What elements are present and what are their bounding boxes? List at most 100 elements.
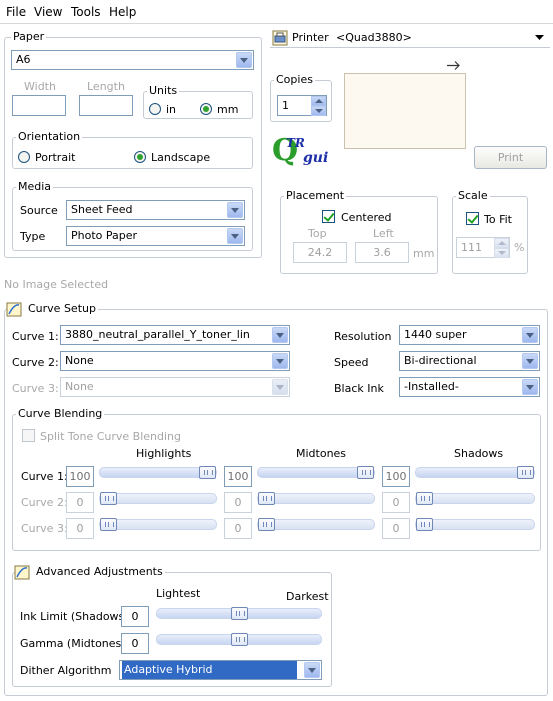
orientation-legend: Orientation [16, 130, 83, 143]
spin-up-icon[interactable] [311, 96, 326, 106]
unit-mm-radio[interactable] [200, 103, 212, 115]
spin-up-icon[interactable] [494, 238, 509, 248]
scale-spinner[interactable] [494, 238, 509, 258]
chevron-down-icon [236, 52, 252, 68]
menu-help[interactable]: Help [109, 5, 136, 19]
gamma-slider[interactable] [156, 633, 322, 646]
left-input[interactable]: 3.6 [355, 242, 409, 263]
length-input[interactable] [79, 95, 133, 116]
type-value: Photo Paper [71, 229, 138, 242]
ink-limit-input[interactable]: 0 [121, 606, 149, 627]
black-ink-select[interactable]: -Installed- [399, 377, 540, 397]
chevron-down-icon [522, 379, 538, 395]
unit-in-label: in [166, 103, 177, 116]
source-select[interactable]: Sheet Feed [66, 200, 245, 220]
blend-slider[interactable] [257, 518, 375, 531]
split-tone-checkbox[interactable] [22, 429, 35, 442]
highlights-label: Highlights [136, 447, 192, 460]
type-label: Type [20, 230, 46, 243]
chevron-down-icon [272, 379, 288, 395]
chevron-down-icon [304, 662, 320, 678]
blend-slider[interactable] [415, 492, 535, 505]
slider-thumb[interactable] [258, 492, 275, 505]
blend-value-input[interactable]: 0 [66, 518, 94, 539]
landscape-radio[interactable] [134, 151, 146, 163]
portrait-radio[interactable] [18, 151, 30, 163]
blend-slider[interactable] [257, 492, 375, 505]
menu-tools[interactable]: Tools [71, 5, 101, 19]
dither-select[interactable]: Adaptive Hybrid [119, 660, 322, 680]
blend-value-input[interactable]: 100 [66, 466, 94, 487]
slider-thumb[interactable] [199, 466, 216, 479]
blend-slider[interactable] [99, 492, 217, 505]
paper-size-select[interactable]: A6 [11, 50, 254, 70]
chevron-down-icon [227, 202, 243, 218]
length-label: Length [87, 80, 125, 93]
print-button[interactable]: Print [474, 146, 547, 169]
slider-thumb[interactable] [231, 633, 248, 646]
blend-value-input[interactable]: 100 [382, 466, 410, 487]
centered-checkbox[interactable] [322, 210, 335, 223]
qtr-logo: Q TR gui [272, 136, 340, 170]
printer-icon [272, 30, 288, 46]
blend-value-input[interactable]: 0 [224, 518, 252, 539]
menu-view[interactable]: View [34, 5, 62, 19]
advanced-icon [14, 565, 30, 580]
blend-value-input[interactable]: 0 [382, 518, 410, 539]
slider-thumb[interactable] [231, 607, 248, 620]
blend-value-input[interactable]: 0 [382, 492, 410, 513]
slider-thumb[interactable] [100, 492, 117, 505]
slider-thumb[interactable] [416, 492, 433, 505]
blend-value-input[interactable]: 0 [66, 492, 94, 513]
logo-tr: TR [286, 136, 305, 150]
slider-thumb[interactable] [357, 466, 374, 479]
copies-legend: Copies [274, 73, 315, 86]
speed-value: Bi-directional [404, 354, 477, 367]
placement-unit: mm [413, 247, 435, 260]
curve1-label: Curve 1: [12, 330, 59, 343]
printer-row[interactable]: Printer <Quad3880> [270, 28, 550, 48]
to-fit-label: To Fit [484, 213, 512, 226]
chevron-down-icon [535, 35, 544, 40]
landscape-label: Landscape [151, 151, 211, 164]
arrow-right-icon [447, 61, 460, 70]
unit-mm-label: mm [217, 103, 239, 116]
centered-label: Centered [341, 211, 392, 224]
top-input[interactable]: 24.2 [293, 242, 347, 263]
resolution-label: Resolution [334, 330, 392, 343]
resolution-select[interactable]: 1440 super [399, 325, 540, 345]
blend-value-input[interactable]: 100 [224, 466, 252, 487]
blend-slider[interactable] [99, 518, 217, 531]
blend-slider[interactable] [415, 518, 535, 531]
slider-thumb[interactable] [517, 466, 534, 479]
spin-down-icon[interactable] [311, 106, 326, 116]
logo-gui: gui [303, 150, 329, 166]
ink-limit-slider[interactable] [156, 607, 322, 620]
curve1-select[interactable]: 3880_neutral_parallel_Y_toner_lin [60, 325, 290, 345]
unit-in-radio[interactable] [149, 103, 161, 115]
midtones-label: Midtones [296, 447, 347, 460]
curve3-value: None [65, 380, 94, 393]
spin-down-icon[interactable] [494, 248, 509, 258]
speed-select[interactable]: Bi-directional [399, 351, 540, 371]
advanced-legend: Advanced Adjustments [16, 565, 165, 578]
width-input[interactable] [12, 95, 66, 116]
menu-file[interactable]: File [6, 5, 26, 19]
slider-thumb[interactable] [100, 518, 117, 531]
copies-spinner[interactable] [311, 96, 326, 116]
paper-legend: Paper [11, 30, 47, 43]
blend-value-input[interactable]: 0 [224, 492, 252, 513]
curve2-select[interactable]: None [60, 351, 290, 371]
print-preview [344, 73, 466, 149]
type-select[interactable]: Photo Paper [66, 226, 245, 246]
to-fit-checkbox[interactable] [466, 212, 479, 225]
blend-slider[interactable] [99, 466, 217, 479]
gamma-input[interactable]: 0 [121, 633, 149, 654]
blend-slider[interactable] [257, 466, 375, 479]
curve3-select[interactable]: None [60, 377, 290, 397]
slider-thumb[interactable] [258, 518, 275, 531]
blend-slider[interactable] [415, 466, 535, 479]
printer-label: Printer [292, 31, 329, 44]
slider-thumb[interactable] [416, 518, 433, 531]
portrait-label: Portrait [35, 151, 76, 164]
